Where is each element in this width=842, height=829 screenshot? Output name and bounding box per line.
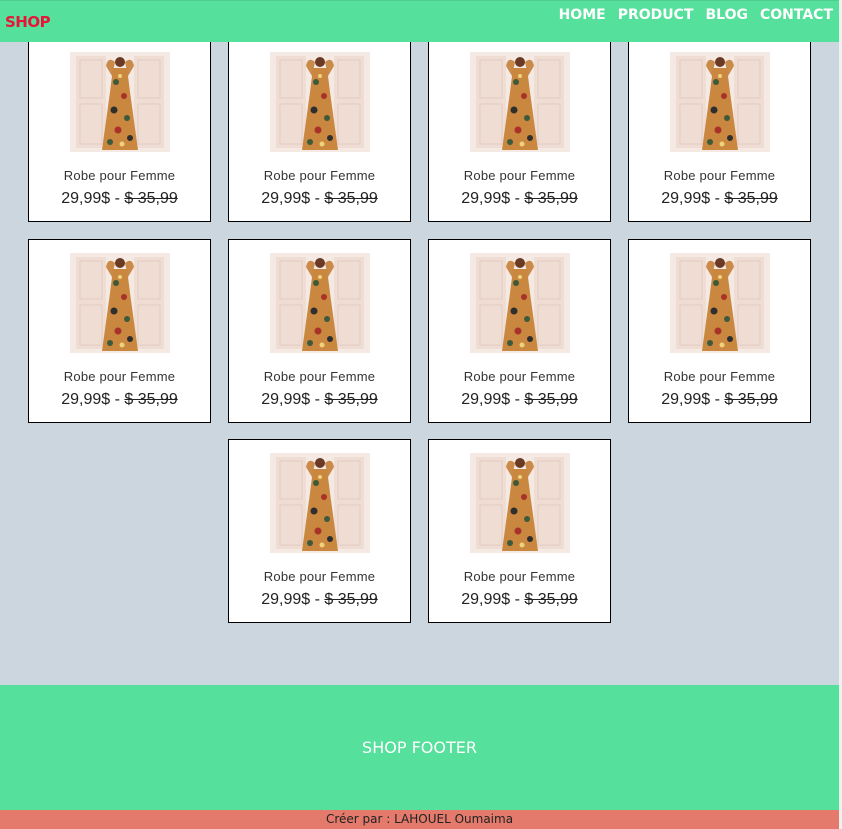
floral-dress-photo-icon — [470, 253, 570, 353]
product-name: Robe pour Femme — [463, 369, 576, 384]
product-card[interactable]: Robe pour Femme 29,99$ - $ 35,99 — [228, 439, 411, 623]
old-price: $ 35,99 — [324, 591, 378, 608]
product-image[interactable] — [670, 253, 770, 353]
price-separator: - — [110, 190, 125, 207]
price-separator: - — [310, 591, 325, 608]
floral-dress-photo-icon — [270, 453, 370, 553]
current-price: 29,99$ — [461, 190, 511, 207]
footer-credit: Créer par : LAHOUEL Oumaima — [0, 810, 839, 829]
price-separator: - — [510, 591, 525, 608]
product-card[interactable]: Robe pour Femme 29,99$ - $ 35,99 — [228, 239, 411, 423]
floral-dress-photo-icon — [670, 253, 770, 353]
current-price: 29,99$ — [461, 391, 511, 408]
product-card[interactable]: Robe pour Femme 29,99$ - $ 35,99 — [28, 38, 211, 222]
price-separator: - — [710, 190, 725, 207]
product-card[interactable]: Robe pour Femme 29,99$ - $ 35,99 — [628, 38, 811, 222]
floral-dress-photo-icon — [470, 52, 570, 152]
nav-blog-link[interactable]: BLOG — [705, 7, 748, 23]
product-card[interactable]: Robe pour Femme 29,99$ - $ 35,99 — [428, 439, 611, 623]
product-name: Robe pour Femme — [63, 168, 176, 183]
product-card[interactable]: Robe pour Femme 29,99$ - $ 35,99 — [428, 239, 611, 423]
old-price: $ 35,99 — [124, 190, 178, 207]
product-image[interactable] — [270, 253, 370, 353]
product-image[interactable] — [70, 253, 170, 353]
site-footer: SHOP FOOTER — [0, 685, 839, 810]
product-price: 29,99$ - $ 35,99 — [29, 391, 210, 409]
product-image[interactable] — [470, 253, 570, 353]
floral-dress-photo-icon — [270, 253, 370, 353]
footer-title: SHOP FOOTER — [362, 738, 477, 757]
price-separator: - — [310, 190, 325, 207]
old-price: $ 35,99 — [724, 391, 778, 408]
current-price: 29,99$ — [61, 190, 111, 207]
nav-links: HOME PRODUCT BLOG CONTACT — [559, 7, 833, 23]
current-price: 29,99$ — [661, 190, 711, 207]
price-separator: - — [510, 190, 525, 207]
price-separator: - — [710, 391, 725, 408]
product-image[interactable] — [670, 52, 770, 152]
product-price: 29,99$ - $ 35,99 — [229, 190, 410, 208]
product-price: 29,99$ - $ 35,99 — [229, 391, 410, 409]
nav-contact-link[interactable]: CONTACT — [760, 7, 833, 23]
old-price: $ 35,99 — [724, 190, 778, 207]
product-price: 29,99$ - $ 35,99 — [629, 391, 810, 409]
product-image[interactable] — [470, 52, 570, 152]
floral-dress-photo-icon — [70, 52, 170, 152]
current-price: 29,99$ — [261, 591, 311, 608]
floral-dress-photo-icon — [670, 52, 770, 152]
old-price: $ 35,99 — [524, 391, 578, 408]
product-price: 29,99$ - $ 35,99 — [29, 190, 210, 208]
shop-logo[interactable]: SHOP — [5, 13, 51, 31]
old-price: $ 35,99 — [524, 190, 578, 207]
nav-product-link[interactable]: PRODUCT — [618, 7, 694, 23]
product-name: Robe pour Femme — [463, 569, 576, 584]
top-navbar: SHOP HOME PRODUCT BLOG CONTACT — [0, 0, 839, 42]
old-price: $ 35,99 — [524, 591, 578, 608]
product-name: Robe pour Femme — [263, 369, 376, 384]
floral-dress-photo-icon — [470, 453, 570, 553]
product-price: 29,99$ - $ 35,99 — [229, 591, 410, 609]
product-name: Robe pour Femme — [263, 569, 376, 584]
product-image[interactable] — [470, 453, 570, 553]
product-image[interactable] — [270, 52, 370, 152]
old-price: $ 35,99 — [324, 190, 378, 207]
nav-home-link[interactable]: HOME — [559, 7, 606, 23]
price-separator: - — [510, 391, 525, 408]
product-name: Robe pour Femme — [663, 369, 776, 384]
product-price: 29,99$ - $ 35,99 — [429, 190, 610, 208]
product-card[interactable]: Robe pour Femme 29,99$ - $ 35,99 — [28, 239, 211, 423]
current-price: 29,99$ — [61, 391, 111, 408]
product-name: Robe pour Femme — [463, 168, 576, 183]
product-price: 29,99$ - $ 35,99 — [429, 391, 610, 409]
current-price: 29,99$ — [461, 591, 511, 608]
product-card[interactable]: Robe pour Femme 29,99$ - $ 35,99 — [428, 38, 611, 222]
old-price: $ 35,99 — [324, 391, 378, 408]
floral-dress-photo-icon — [270, 52, 370, 152]
product-image[interactable] — [70, 52, 170, 152]
product-image[interactable] — [270, 453, 370, 553]
price-separator: - — [310, 391, 325, 408]
product-price: 29,99$ - $ 35,99 — [429, 591, 610, 609]
price-separator: - — [110, 391, 125, 408]
product-name: Robe pour Femme — [663, 168, 776, 183]
product-card[interactable]: Robe pour Femme 29,99$ - $ 35,99 — [628, 239, 811, 423]
product-name: Robe pour Femme — [63, 369, 176, 384]
floral-dress-photo-icon — [70, 253, 170, 353]
old-price: $ 35,99 — [124, 391, 178, 408]
product-price: 29,99$ - $ 35,99 — [629, 190, 810, 208]
current-price: 29,99$ — [261, 391, 311, 408]
current-price: 29,99$ — [261, 190, 311, 207]
product-name: Robe pour Femme — [263, 168, 376, 183]
current-price: 29,99$ — [661, 391, 711, 408]
product-card[interactable]: Robe pour Femme 29,99$ - $ 35,99 — [228, 38, 411, 222]
